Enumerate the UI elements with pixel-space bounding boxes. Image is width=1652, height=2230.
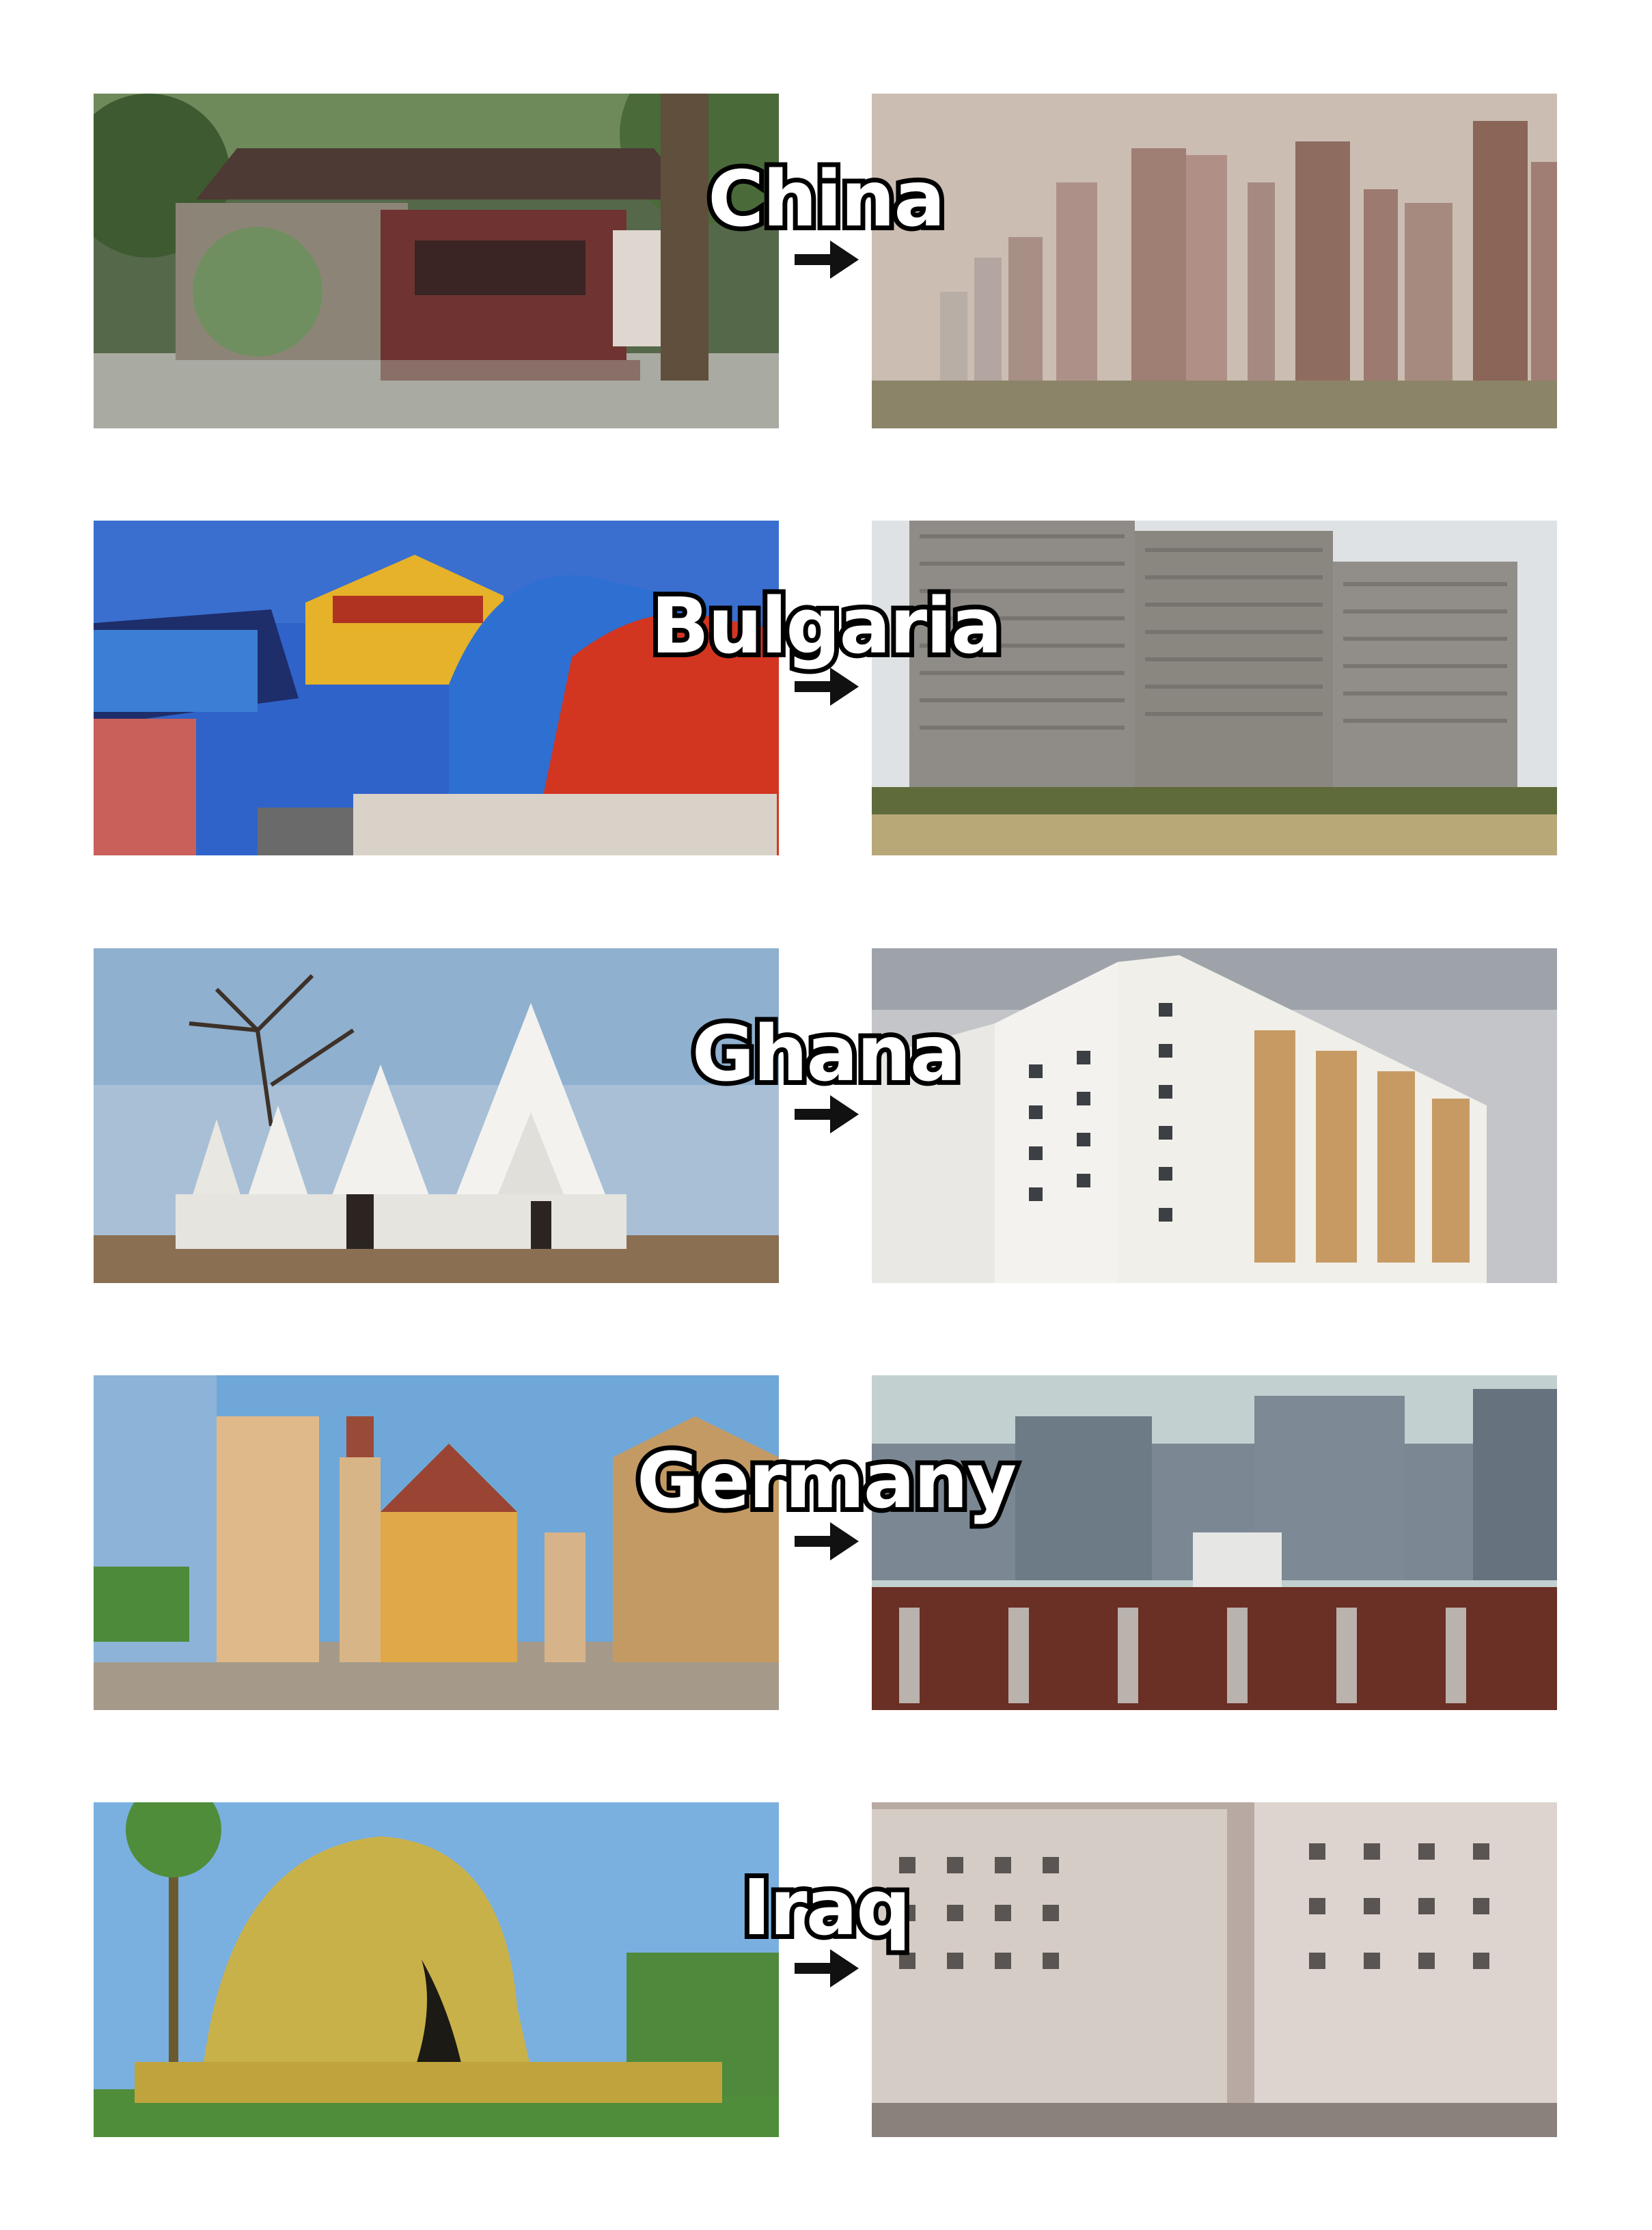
- modern-architecture-photo-china: [872, 94, 1557, 428]
- arrow-right-icon: [795, 1095, 859, 1133]
- traditional-architecture-photo-ghana: [94, 948, 779, 1283]
- country-label-bulgaria: Bulgaria: [646, 577, 1007, 676]
- comparison-row-bulgaria: Bulgaria: [0, 521, 1652, 855]
- traditional-architecture-photo-china: [94, 94, 779, 428]
- comparison-row-china: China: [0, 94, 1652, 428]
- arrow-right-icon: [795, 1522, 859, 1560]
- traditional-architecture-photo-germany: [94, 1375, 779, 1710]
- arrow-right-icon: [795, 240, 859, 279]
- traditional-architecture-photo-iraq: [94, 1802, 779, 2137]
- country-label-china: China: [703, 150, 950, 249]
- comparison-row-ghana: Ghana: [0, 948, 1652, 1283]
- modern-architecture-photo-ghana: [872, 948, 1557, 1283]
- country-label-germany: Germany: [632, 1432, 1021, 1530]
- comparison-row-germany: Germany: [0, 1375, 1652, 1710]
- country-label-iraq: Iraq: [738, 1859, 916, 1957]
- modern-architecture-photo-bulgaria: [872, 521, 1557, 855]
- modern-architecture-photo-germany: [872, 1375, 1557, 1710]
- comparison-row-iraq: Iraq: [0, 1802, 1652, 2137]
- modern-architecture-photo-iraq: [872, 1802, 1557, 2137]
- arrow-right-icon: [795, 1949, 859, 1987]
- arrow-right-icon: [795, 667, 859, 706]
- traditional-architecture-photo-bulgaria: [94, 521, 779, 855]
- country-label-ghana: Ghana: [687, 1005, 967, 1103]
